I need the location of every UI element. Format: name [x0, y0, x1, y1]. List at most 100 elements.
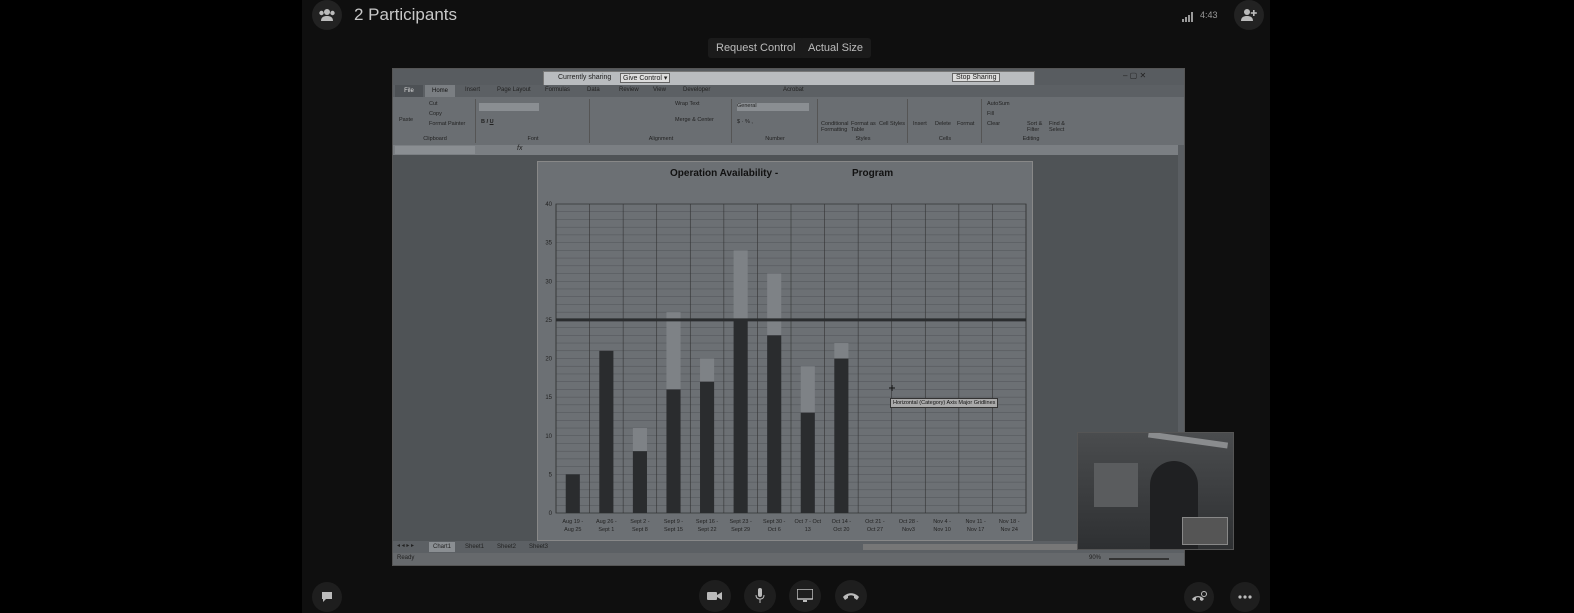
people-icon[interactable] [312, 0, 342, 30]
screen-share-icon[interactable] [789, 580, 821, 612]
x-tick-label: Nov 11 - [965, 519, 986, 525]
give-control-button[interactable]: Give Control ▾ [620, 73, 671, 83]
tab-review[interactable]: Review [619, 87, 639, 93]
tab-insert[interactable]: Insert [465, 87, 480, 93]
y-tick-label: 15 [545, 395, 552, 401]
signal-icon [1182, 9, 1194, 27]
bar-chart[interactable]: 0 5 10 15 20 25 30 35 40 Aug 19 - Aug 25 Aug 26 - Se… [538, 162, 1032, 540]
cell-styles-button[interactable]: Cell Styles [879, 121, 905, 127]
bar [666, 389, 681, 513]
zoom-slider[interactable] [1109, 558, 1169, 560]
bar-upper [666, 312, 681, 390]
ribbon-tabs: File Home Insert Page Layout Formulas Da… [393, 85, 1184, 97]
status-ready: Ready [397, 555, 415, 561]
x-tick-label: Sept 1 [598, 527, 614, 533]
sheet-tab-sheet1[interactable]: Sheet1 [461, 542, 488, 552]
fill-button[interactable]: Fill [987, 111, 994, 117]
x-tick-label: 13 [805, 527, 811, 533]
name-box[interactable] [395, 146, 475, 154]
chat-icon[interactable] [312, 582, 342, 612]
call-settings-icon[interactable] [1184, 582, 1214, 612]
delete-button[interactable]: Delete [935, 121, 951, 127]
x-tick-label: Aug 26 - [596, 519, 617, 525]
merge-center-button[interactable]: Merge & Center [675, 117, 714, 123]
sheet-tab-sheet2[interactable]: Sheet2 [493, 542, 520, 552]
font-name-box[interactable] [479, 103, 539, 111]
wrap-text-button[interactable]: Wrap Text [675, 101, 700, 107]
bold-italic-underline[interactable]: B I U [481, 119, 494, 125]
y-tick-label: 10 [545, 434, 552, 440]
number-format-box[interactable]: General [737, 103, 809, 111]
bar-upper [834, 343, 849, 359]
video-thumbnail[interactable] [1182, 517, 1228, 545]
microphone-icon[interactable] [744, 580, 776, 612]
tab-acrobat[interactable]: Acrobat [783, 87, 804, 93]
y-tick-label: 35 [545, 241, 552, 247]
bar-upper [733, 250, 748, 320]
x-tick-label: Oct 20 [833, 527, 849, 533]
insert-button[interactable]: Insert [913, 121, 927, 127]
format-as-table-button[interactable]: Format as Table [851, 121, 879, 133]
y-tick-label: 20 [545, 357, 552, 363]
x-tick-label: Nov 18 - [999, 519, 1020, 525]
actual-size-button[interactable]: Actual Size [800, 38, 872, 58]
editing-group: AutoSum Fill Clear Sort & Filter Find & … [983, 99, 1079, 143]
formula-bar[interactable]: fx [393, 145, 1184, 155]
bar [834, 358, 849, 513]
x-tick-label: Oct 28 - [899, 519, 919, 525]
tab-developer[interactable]: Developer [683, 87, 710, 93]
clock-time: 4:43 [1200, 10, 1218, 20]
window-buttons: – ▢ ✕ [1123, 71, 1147, 80]
x-tick-label: Oct 27 [867, 527, 883, 533]
tab-data[interactable]: Data [587, 87, 600, 93]
group-label-editing: Editing [1022, 136, 1040, 142]
bar-upper [767, 273, 782, 336]
request-control-button[interactable]: Request Control [708, 38, 804, 58]
format-button[interactable]: Format [957, 121, 974, 127]
more-icon[interactable] [1230, 582, 1260, 612]
tab-page-layout[interactable]: Page Layout [497, 87, 531, 93]
bar [800, 412, 815, 513]
tab-formulas[interactable]: Formulas [545, 87, 570, 93]
sort-filter-button[interactable]: Sort & Filter [1027, 121, 1047, 133]
self-video-preview[interactable] [1077, 432, 1234, 550]
zoom-level: 90% [1089, 555, 1102, 561]
x-tick-label: Nov 24 [1000, 527, 1017, 533]
add-person-icon[interactable] [1234, 0, 1264, 30]
group-label-cells: Cells [938, 136, 952, 142]
chart-area[interactable]: Operation Availability - Program 0 5 10 15 2… [537, 161, 1033, 541]
conditional-formatting-button[interactable]: Conditional Formatting [821, 121, 851, 133]
x-tick-label: Sept 8 [632, 527, 648, 533]
excel-ribbon: File Home Insert Page Layout Formulas Da… [393, 85, 1184, 145]
group-label-alignment: Alignment [648, 136, 674, 142]
group-label-clipboard: Clipboard [423, 136, 447, 142]
x-tick-label: Nov 4 - [933, 519, 951, 525]
currency-buttons[interactable]: $ · % , [737, 119, 753, 125]
sheet-nav-arrows[interactable]: ◂ ◂ ▸ ▸ [397, 542, 414, 549]
hang-up-icon[interactable] [835, 580, 867, 612]
stop-sharing-button[interactable]: Stop Sharing [952, 73, 1001, 82]
sheet-tab-sheet3[interactable]: Sheet3 [525, 542, 552, 552]
bar [565, 474, 580, 513]
y-tick-label: 5 [549, 472, 553, 478]
find-select-button[interactable]: Find & Select [1049, 121, 1071, 133]
tab-view[interactable]: View [653, 87, 666, 93]
camera-icon[interactable] [699, 580, 731, 612]
y-tick-label: 25 [545, 318, 552, 324]
tab-home[interactable]: Home [425, 85, 455, 97]
format-painter-button[interactable]: Format Painter [429, 121, 465, 127]
styles-group: Conditional Formatting Format as Table C… [819, 99, 908, 143]
autosum-button[interactable]: AutoSum [987, 101, 1010, 107]
tab-file[interactable]: File [395, 85, 423, 97]
y-tick-label: 30 [545, 279, 552, 285]
x-tick-label: Sept 23 - [729, 519, 751, 525]
clear-button[interactable]: Clear [987, 121, 1000, 127]
paste-button[interactable]: Paste [399, 117, 413, 123]
bar-upper [700, 358, 715, 382]
bar-upper [800, 366, 815, 413]
participants-count: 2 Participants [354, 5, 457, 24]
fx-icon: fx [517, 145, 523, 152]
cut-button[interactable]: Cut [429, 101, 438, 107]
sheet-tab-chart1[interactable]: Chart1 [429, 542, 456, 552]
copy-button[interactable]: Copy [429, 111, 442, 117]
